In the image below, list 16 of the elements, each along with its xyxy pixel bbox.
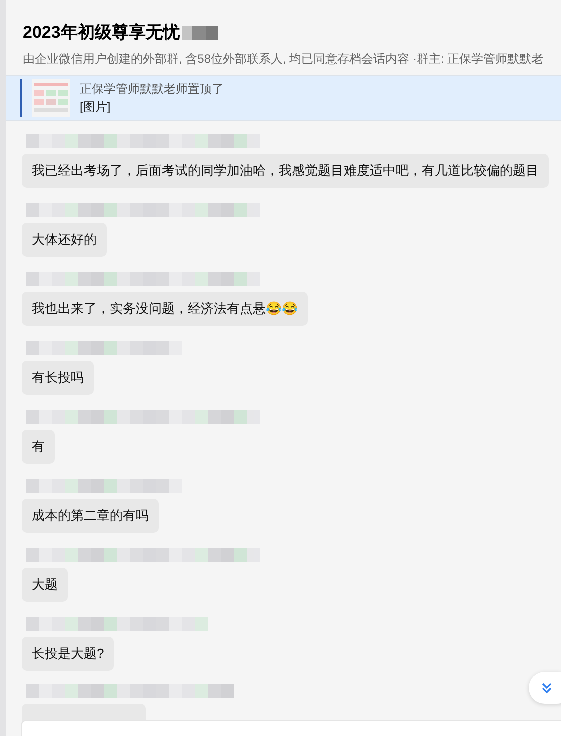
message-bubble: 有长投吗 [22, 361, 94, 395]
scroll-to-bottom-button[interactable] [529, 672, 561, 704]
group-description: 由企业微信用户创建的外部群, 含58位外部联系人, 均已同意存档会话内容 ·群主: 正保学管师默默老 [23, 50, 545, 68]
double-chevron-down-icon [541, 682, 553, 694]
message-bubble: 我也出来了，实务没问题，经济法有点悬😂😂 [22, 292, 308, 326]
message-bubble: 有 [22, 430, 55, 464]
message-bubble: 我已经出考场了，后面考试的同学加油哈，我感觉题目难度适中吧，有几道比较偏的题目 [22, 154, 549, 188]
message-bubble: 长投是大题? [22, 637, 114, 671]
pinned-message-bar[interactable]: 正保学管师默默老师置顶了 [图片] [6, 75, 561, 121]
group-title: 2023年初级尊享无忧 [23, 22, 180, 44]
message-bubble: 大题 [22, 568, 68, 602]
redacted-name [182, 26, 218, 40]
pinned-content: [图片] [80, 99, 112, 116]
message-bubble: 成本的第二章的有吗 [22, 499, 159, 533]
message-bubble: 大体还好的 [22, 223, 107, 257]
pinned-notice: 正保学管师默默老师置顶了 [80, 81, 224, 98]
